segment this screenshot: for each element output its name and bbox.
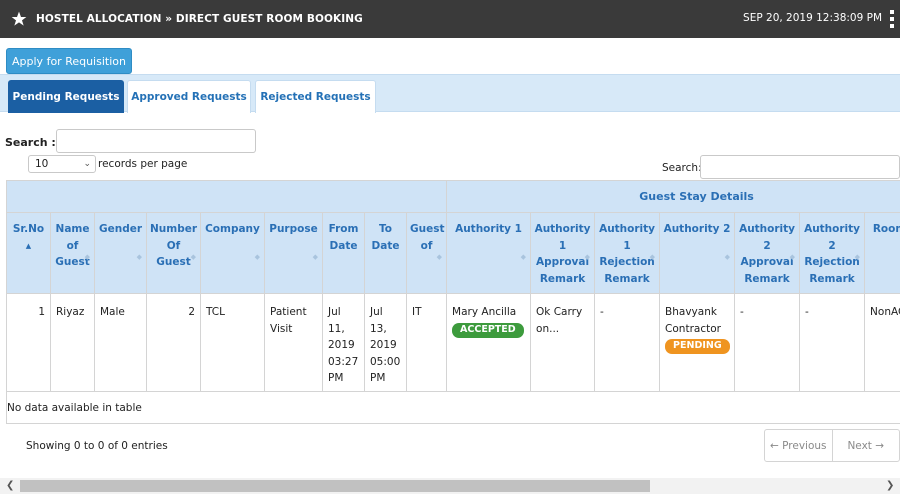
col-header-authority-1-approval[interactable]: Authority 1 Approval Remark ◆ (530, 212, 596, 294)
records-per-page-value: 10 (35, 158, 49, 170)
sort-icon: ◆ (136, 253, 142, 261)
pagination: ← Previous Next → (764, 429, 900, 462)
sort-icon: ◆ (254, 253, 260, 261)
col-label: Authority 2 (663, 223, 731, 235)
cell-authority-1-approval: Ok Carry on... (530, 293, 596, 392)
cell-authority-2-approval: - (734, 293, 801, 392)
cell-from-date: Jul 11, 2019 03:27 PM (322, 293, 365, 392)
col-label: Guest of (410, 223, 445, 252)
table-search-label: Search: (662, 162, 702, 174)
scroll-right-icon[interactable]: ❯ (886, 480, 894, 491)
sort-icon: ◆ (436, 253, 443, 261)
cell-number: 2 (146, 293, 201, 392)
sort-icon: ◆ (190, 253, 196, 261)
cell-company: TCL (200, 293, 265, 392)
sort-icon: ◆ (584, 253, 591, 261)
cell-authority-2-rejection: - (799, 293, 866, 392)
authority-1-name: Mary Ancilla (452, 306, 517, 318)
next-page-button[interactable]: Next → (831, 430, 900, 461)
empty-row: No data available in table (6, 391, 900, 424)
col-header-authority-2[interactable]: Authority 2 ◆ (659, 212, 736, 294)
more-menu-icon[interactable] (890, 10, 894, 28)
col-label: Authority 1 Rejection Remark (599, 223, 656, 285)
records-per-page-label: records per page (98, 158, 188, 170)
cell-purpose: Patient Visit (264, 293, 323, 392)
col-label: Authority 1 Approval Remark (534, 223, 591, 285)
guest-table-wrapper: Guest Stay Details Sr.No ▲ Name of Guest ◆… (6, 180, 900, 424)
col-label: Purpose (269, 223, 318, 235)
col-header-authority-1-rejection[interactable]: Authority 1 Rejection Remark ◆ (594, 212, 661, 294)
star-icon (11, 11, 27, 26)
sort-icon: ◆ (724, 253, 731, 261)
table-row: 1 Riyaz Male 2 TCL Patient Visit Jul 11,… (6, 293, 900, 392)
tab-approved-requests[interactable]: Approved Requests (127, 80, 251, 113)
sort-icon: ◆ (789, 253, 796, 261)
sort-asc-icon: ▲ (25, 241, 32, 250)
col-header-company[interactable]: Company ◆ (200, 212, 265, 294)
sort-icon: ◆ (649, 253, 656, 261)
col-header-name[interactable]: Name of Guest ◆ (50, 212, 95, 294)
col-header-purpose[interactable]: Purpose ◆ (264, 212, 323, 294)
col-header-authority-2-approval[interactable]: Authority 2 Approval Remark ◆ (734, 212, 801, 294)
col-header-room-desc[interactable]: Room Desc (864, 212, 900, 294)
col-header-from-date[interactable]: From Date (322, 212, 365, 294)
col-header-authority-1[interactable]: Authority 1 ◆ (446, 212, 532, 294)
col-label: Sr.No (12, 223, 45, 235)
col-label: Authority 2 Rejection Remark (804, 223, 861, 285)
cell-authority-2: Bhavyank Contractor PENDING (659, 293, 736, 392)
table-search-input[interactable] (700, 155, 900, 179)
scrollbar-thumb[interactable] (20, 480, 650, 492)
table-info: Showing 0 to 0 of 0 entries (26, 440, 168, 452)
col-label: Room Desc (872, 223, 900, 235)
guest-table: Guest Stay Details Sr.No ▲ Name of Guest ◆… (6, 180, 900, 424)
datetime-display: SEP 20, 2019 12:38:09 PM (743, 12, 882, 24)
page-title: HOSTEL ALLOCATION » DIRECT GUEST ROOM BO… (36, 13, 363, 25)
col-header-guest-of[interactable]: Guest of ◆ (405, 212, 448, 294)
col-label: To Date (371, 223, 400, 252)
col-header-gender[interactable]: Gender ◆ (94, 212, 147, 294)
tab-pending-requests[interactable]: Pending Requests (8, 80, 124, 113)
chevron-down-icon: ⌄ (83, 159, 91, 169)
records-per-page-select[interactable]: 10 ⌄ (28, 155, 96, 173)
cell-gender: Male (94, 293, 147, 392)
col-label: Authority 1 (455, 223, 522, 235)
cell-authority-1: Mary Ancilla ACCEPTED (446, 293, 532, 392)
top-bar: HOSTEL ALLOCATION » DIRECT GUEST ROOM BO… (0, 0, 900, 38)
cell-authority-1-rejection: - (594, 293, 661, 392)
sort-icon: ◆ (520, 253, 527, 261)
col-header-authority-2-rejection[interactable]: Authority 2 Rejection Remark ◆ (799, 212, 866, 294)
col-header-number[interactable]: Number Of Guest ◆ (146, 212, 201, 294)
cell-guest-of: IT (405, 293, 448, 392)
horizontal-scrollbar[interactable]: ❮ ❯ (0, 478, 900, 494)
sort-icon: ◆ (854, 253, 861, 261)
authority-2-name: Bhavyank Contractor (665, 306, 721, 335)
group-header-label: Guest Stay Details (639, 190, 754, 203)
empty-message: No data available in table (6, 391, 900, 424)
status-badge-pending: PENDING (665, 339, 730, 354)
group-header-guest-stay: Guest Stay Details (446, 180, 900, 213)
previous-page-button[interactable]: ← Previous (765, 430, 832, 461)
sort-icon: ◆ (84, 253, 90, 261)
col-label: Gender (98, 223, 143, 235)
search-label: Search : (5, 136, 56, 149)
sort-icon: ◆ (312, 253, 318, 261)
cell-sr-no: 1 (6, 293, 51, 392)
col-label: Authority 2 Approval Remark (739, 223, 796, 285)
col-header-sr-no[interactable]: Sr.No ▲ (6, 212, 51, 294)
search-input[interactable] (56, 129, 256, 153)
tab-strip: Pending Requests Approved Requests Rejec… (0, 74, 900, 113)
scroll-left-icon[interactable]: ❮ (6, 480, 14, 491)
col-header-to-date[interactable]: To Date (364, 212, 407, 294)
cell-to-date: Jul 13, 2019 05:00 PM (364, 293, 407, 392)
status-badge-accepted: ACCEPTED (452, 322, 524, 338)
col-label: From Date (328, 223, 359, 252)
col-label: Company (205, 223, 260, 235)
cell-room-desc: NonAC (864, 293, 900, 392)
cell-name: Riyaz (50, 293, 95, 392)
apply-requisition-button[interactable]: Apply for Requisition (6, 48, 132, 74)
group-header-blank (6, 180, 448, 213)
tab-rejected-requests[interactable]: Rejected Requests (255, 80, 376, 113)
